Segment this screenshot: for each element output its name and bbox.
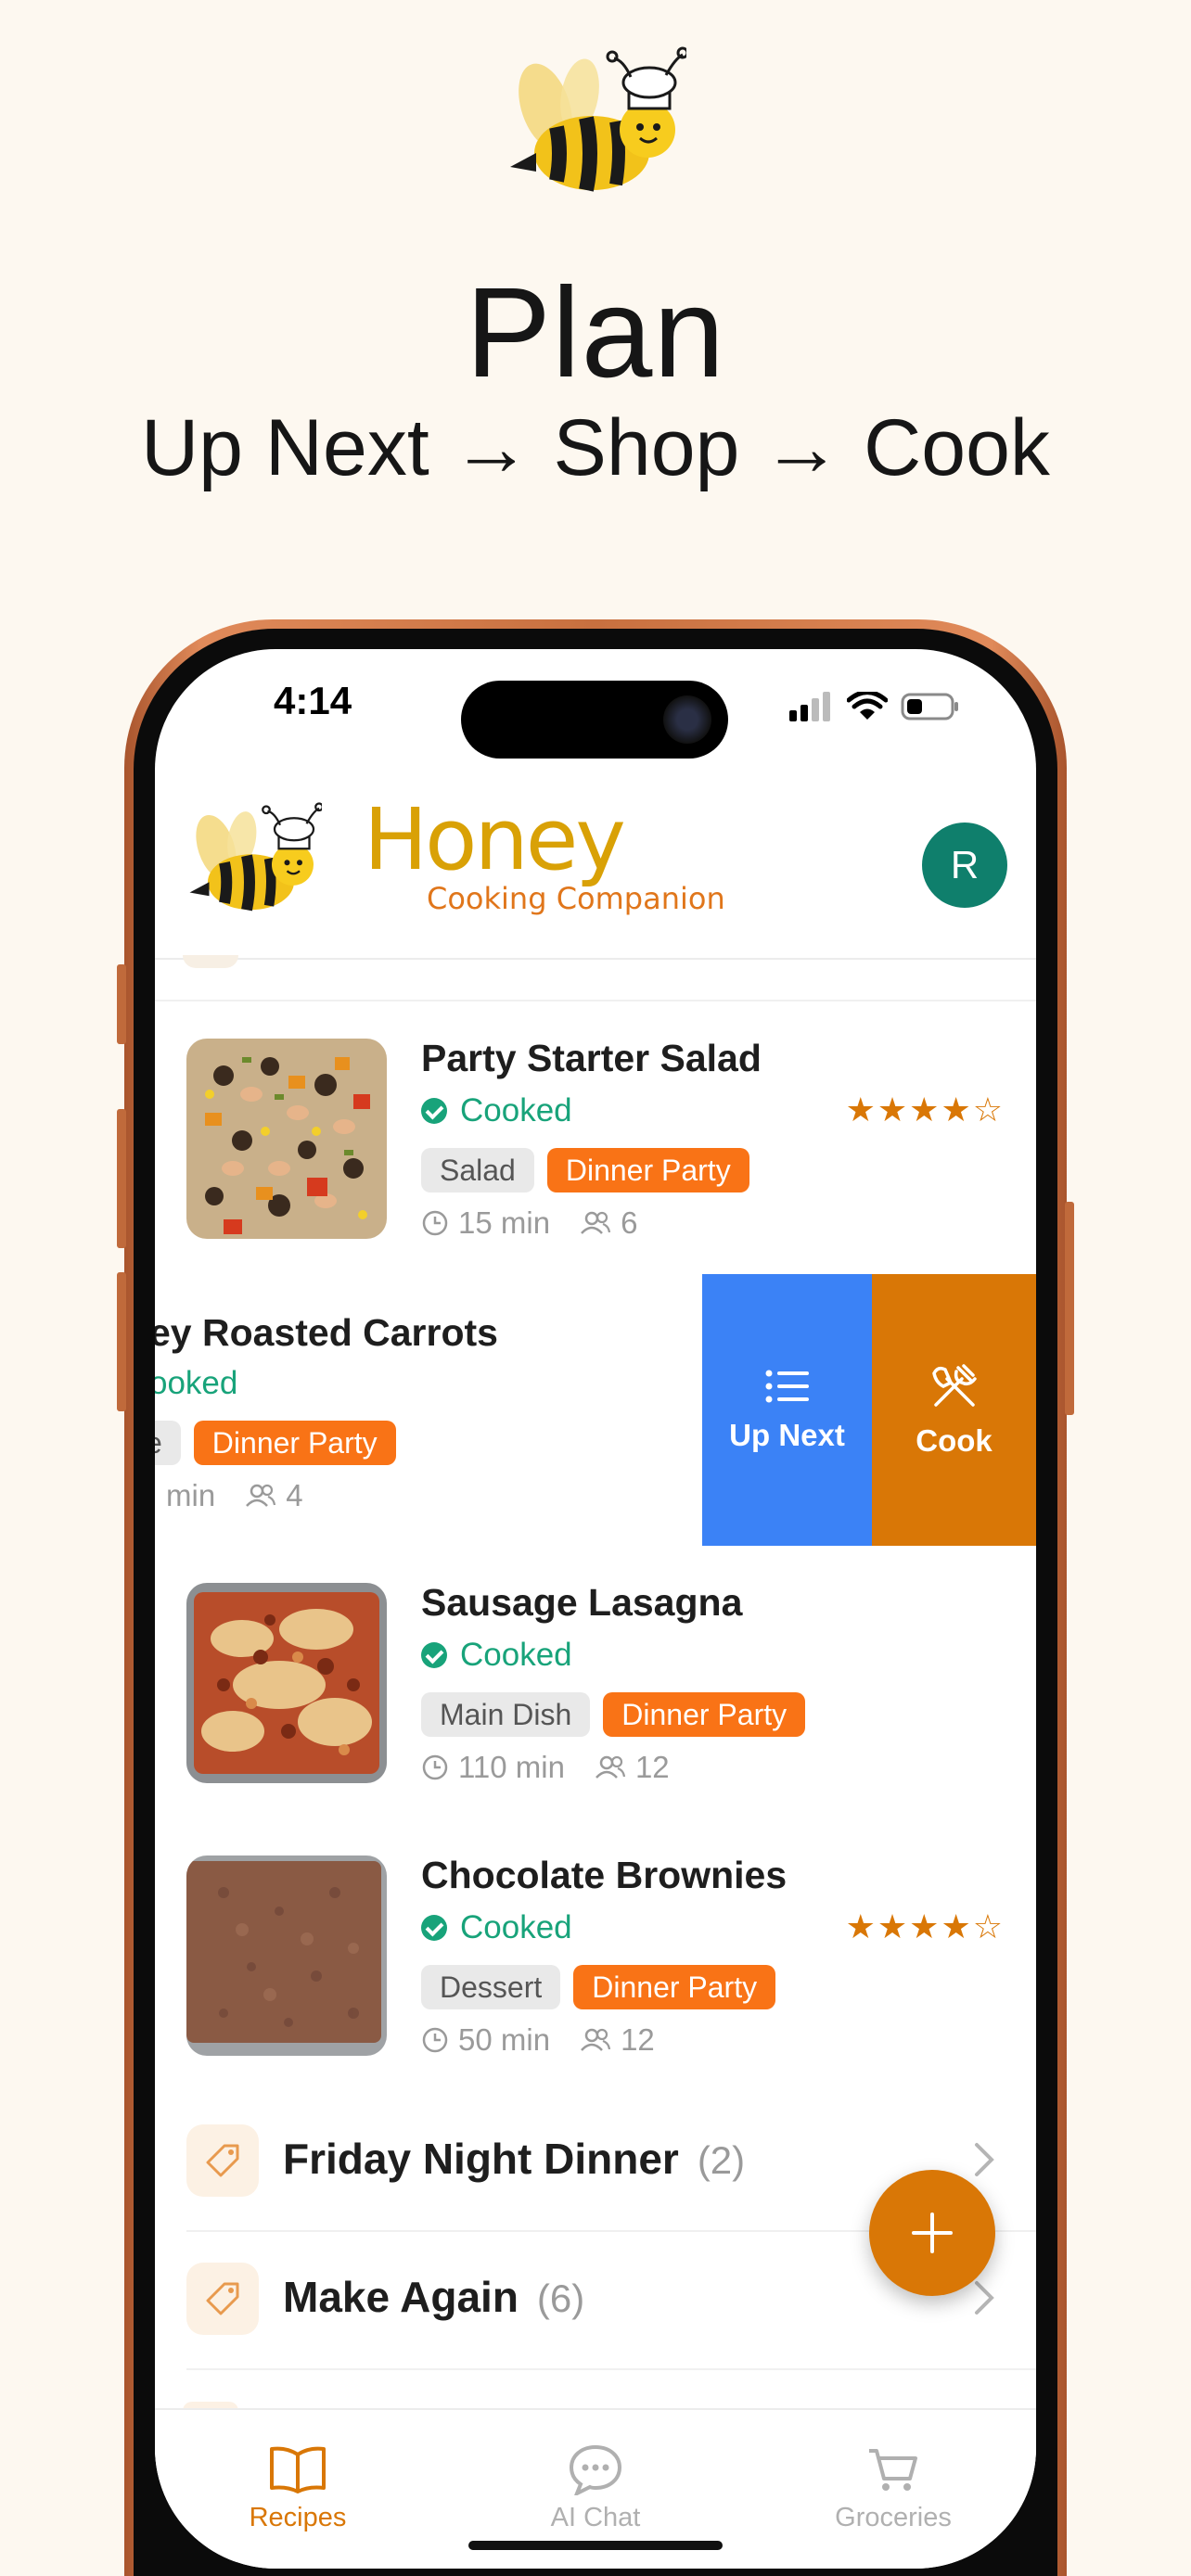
tag-icon — [186, 2124, 259, 2197]
app-header: Honey Cooking Companion R — [155, 770, 1036, 960]
chat-bubble-icon — [569, 2444, 622, 2495]
tag-icon — [186, 2263, 259, 2335]
book-icon — [270, 2446, 326, 2493]
user-avatar[interactable]: R — [922, 823, 1007, 908]
people-icon — [596, 1755, 626, 1779]
tag-category[interactable]: Salad — [421, 1148, 534, 1192]
hero-title: Plan — [465, 261, 726, 404]
recipe-tags: Main Dish Dinner Party — [421, 1692, 806, 1737]
cart-icon — [869, 2449, 917, 2491]
previous-item-peek — [183, 955, 238, 968]
volume-down-button — [117, 1272, 126, 1411]
tag-category[interactable]: Dessert — [421, 1965, 561, 2009]
chevron-right-icon — [975, 2143, 994, 2176]
recipe-photo-salad — [186, 1039, 387, 1239]
recipe-meta: 110 min 12 — [421, 1750, 670, 1785]
brand-tagline: Cooking Companion — [427, 881, 725, 916]
list-icon — [765, 1370, 809, 1402]
cook-action-button[interactable]: Cook — [872, 1274, 1036, 1546]
people-icon — [581, 1211, 611, 1234]
wifi-icon — [847, 692, 888, 720]
plus-icon — [912, 2213, 953, 2253]
recipe-title: Sausage Lasagna — [421, 1581, 743, 1624]
folder-name: Make Again (6) — [283, 2273, 585, 2321]
recipe-title: Party Starter Salad — [421, 1037, 762, 1079]
status-time: 4:14 — [274, 679, 352, 722]
hero-subtitle: Up Next → Shop → Cook — [141, 403, 1050, 492]
rating-stars: ★★★★☆ — [845, 1090, 1005, 1129]
recipe-card[interactable]: Party Starter Salad Cooked ★★★★☆ Salad D… — [155, 1001, 1036, 1270]
check-circle-icon — [421, 1642, 447, 1668]
chevron-right-icon — [975, 2281, 994, 2315]
tag-category[interactable]: Main Dish — [421, 1692, 591, 1737]
tag-dinner-party[interactable]: Dinner Party — [193, 1421, 396, 1465]
people-icon — [581, 2028, 611, 2051]
home-indicator — [468, 2541, 723, 2550]
cooked-status: Cooked — [421, 1637, 572, 1674]
bee-chef-logo — [189, 802, 322, 912]
recipe-card-swiped[interactable]: ey Roasted Carrots ooked e Dinner Party … — [155, 1274, 1036, 1546]
recipe-tags: e Dinner Party — [155, 1421, 396, 1465]
recipe-title: ey Roasted Carrots — [155, 1311, 498, 1354]
volume-up-button — [117, 1109, 126, 1248]
tag-category[interactable]: e — [155, 1421, 181, 1465]
clock-icon — [422, 2027, 448, 2053]
tag-dinner-party[interactable]: Dinner Party — [546, 1148, 749, 1192]
cooked-status: ooked — [155, 1365, 238, 1401]
brand-name: Honey — [364, 790, 626, 889]
recipe-meta: min 4 — [166, 1478, 303, 1512]
divider — [186, 2368, 1036, 2370]
check-circle-icon — [421, 1915, 447, 1941]
power-button — [1065, 1202, 1074, 1415]
check-circle-icon — [421, 1098, 447, 1124]
recipe-meta: 15 min 6 — [421, 1205, 637, 1241]
rating-stars: ★★★★☆ — [845, 1907, 1005, 1945]
dynamic-island — [461, 681, 728, 759]
tab-recipes[interactable]: Recipes — [205, 2440, 391, 2533]
recipe-tags: Dessert Dinner Party — [421, 1965, 776, 2009]
mute-switch — [117, 964, 126, 1044]
phone-screen: 4:14 Honey Cooking Companion R Party Sta… — [155, 649, 1036, 2569]
recipe-meta: 50 min 12 — [421, 2022, 655, 2058]
folder-name: Friday Night Dinner (2) — [283, 2135, 746, 2183]
battery-icon — [901, 693, 958, 721]
up-next-action-button[interactable]: Up Next — [702, 1274, 872, 1546]
status-icons — [789, 690, 960, 723]
recipe-title: Chocolate Brownies — [421, 1854, 788, 1896]
cooked-status: Cooked — [421, 1092, 572, 1129]
recipe-card[interactable]: Sausage Lasagna Cooked Main Dish Dinner … — [155, 1546, 1036, 1815]
tab-groceries[interactable]: Groceries — [800, 2440, 986, 2533]
clock-icon — [422, 1754, 448, 1780]
recipe-tags: Salad Dinner Party — [421, 1148, 749, 1192]
people-icon — [246, 1484, 276, 1507]
clock-icon — [422, 1210, 448, 1236]
tag-dinner-party[interactable]: Dinner Party — [603, 1692, 806, 1737]
recipe-photo-lasagna — [186, 1583, 387, 1783]
utensils-icon — [931, 1363, 977, 1407]
cooked-status: Cooked — [421, 1909, 572, 1946]
add-recipe-button[interactable] — [869, 2170, 995, 2296]
tag-dinner-party[interactable]: Dinner Party — [573, 1965, 776, 2009]
recipe-photo-brownies — [186, 1855, 387, 2056]
bee-chef-logo — [510, 46, 686, 192]
tab-ai-chat[interactable]: AI Chat — [503, 2440, 688, 2533]
camera-icon — [663, 695, 711, 744]
cellular-signal-icon — [789, 692, 830, 721]
recipe-card[interactable]: Chocolate Brownies Cooked ★★★★☆ Dessert … — [155, 1818, 1036, 2087]
